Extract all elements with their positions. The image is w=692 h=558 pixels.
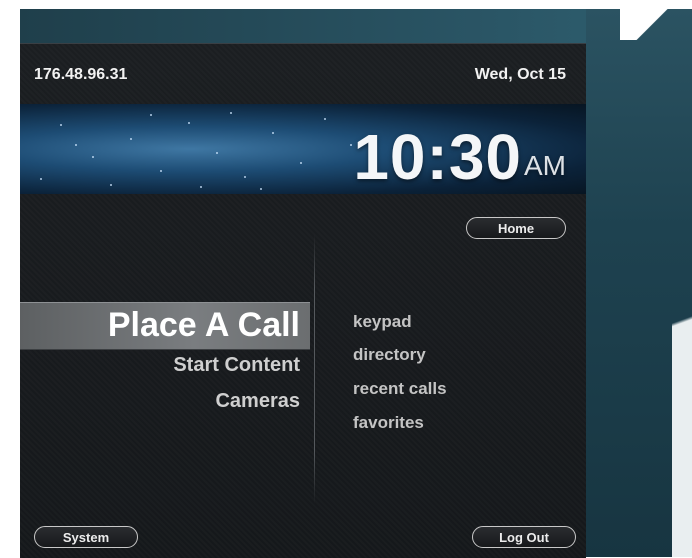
submenu-item-keypad[interactable]: keypad bbox=[353, 312, 412, 332]
submenu-item-directory[interactable]: directory bbox=[353, 345, 426, 365]
clock-ampm: AM bbox=[524, 150, 566, 181]
star bbox=[160, 170, 162, 172]
home-button[interactable]: Home bbox=[466, 217, 566, 239]
star bbox=[350, 144, 352, 146]
system-button[interactable]: System bbox=[34, 526, 138, 548]
star bbox=[200, 186, 202, 188]
background-edge bbox=[672, 220, 692, 557]
star bbox=[60, 124, 62, 126]
star bbox=[260, 188, 262, 190]
background-left bbox=[0, 0, 20, 557]
menu-item-place-a-call[interactable]: Place A Call bbox=[108, 304, 300, 346]
star bbox=[188, 122, 190, 124]
star bbox=[75, 144, 77, 146]
submenu-item-favorites[interactable]: favorites bbox=[353, 413, 424, 433]
star bbox=[244, 176, 246, 178]
clock: 10:30 AM bbox=[353, 112, 566, 192]
star bbox=[300, 162, 302, 164]
star bbox=[272, 132, 274, 134]
logout-button[interactable]: Log Out bbox=[472, 526, 576, 548]
ip-address: 176.48.96.31 bbox=[34, 66, 128, 83]
star bbox=[40, 178, 42, 180]
star bbox=[150, 114, 152, 116]
device-screen: 176.48.96.31 Wed, Oct 15 10:30 AM Home P… bbox=[20, 43, 586, 558]
clock-time: 10:30 bbox=[353, 121, 522, 193]
star bbox=[92, 156, 94, 158]
star bbox=[130, 138, 132, 140]
menu-divider bbox=[314, 234, 315, 504]
menu-item-start-content[interactable]: Start Content bbox=[173, 354, 300, 377]
background-corner bbox=[620, 0, 692, 40]
star bbox=[230, 112, 232, 114]
star bbox=[110, 184, 112, 186]
menu-item-cameras[interactable]: Cameras bbox=[215, 390, 300, 413]
star bbox=[324, 118, 326, 120]
submenu-item-recent-calls[interactable]: recent calls bbox=[353, 379, 447, 399]
background-top bbox=[20, 0, 620, 9]
star bbox=[216, 152, 218, 154]
starfield-banner: 10:30 AM bbox=[20, 104, 586, 194]
date-display: Wed, Oct 15 bbox=[474, 66, 566, 83]
